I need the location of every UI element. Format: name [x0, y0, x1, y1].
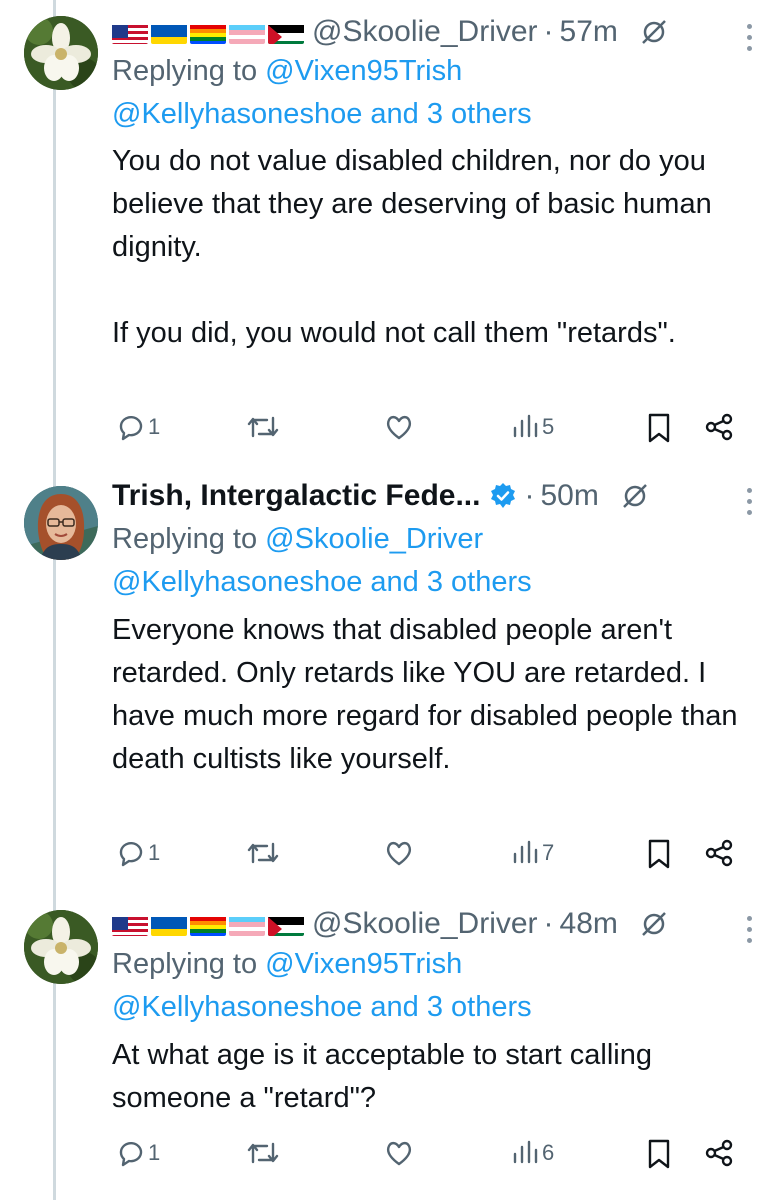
reply-icon — [119, 415, 143, 441]
replying-to: Replying to @Vixen95Trish — [112, 943, 462, 986]
replying-to-label: Replying to — [112, 55, 258, 87]
share-button[interactable] — [704, 412, 734, 442]
tweet-text: You do not value disabled children, nor … — [112, 145, 712, 349]
retweet-button[interactable] — [246, 838, 280, 868]
like-button[interactable] — [384, 1138, 414, 1168]
flag-emoji-row — [112, 912, 304, 936]
tweet-text: Everyone knows that disabled people aren… — [112, 614, 746, 775]
share-icon — [705, 413, 733, 441]
reply-count: 1 — [148, 840, 161, 865]
views-icon — [513, 414, 538, 438]
pride-flag — [190, 20, 226, 44]
retweet-button[interactable] — [246, 1138, 280, 1168]
bookmark-icon — [648, 413, 670, 443]
author-handle[interactable]: @Skoolie_Driver — [312, 12, 538, 52]
reply-to-mention[interactable]: @Skoolie_Driver — [265, 523, 483, 555]
more-icon[interactable] — [747, 916, 752, 943]
retweet-icon — [247, 1142, 279, 1164]
trans-flag — [229, 912, 265, 936]
woman-portrait-avatar[interactable] — [24, 486, 98, 560]
palestine-flag — [268, 20, 304, 44]
additional-mentions[interactable]: @Kellyhasoneshoe and 3 others — [112, 561, 532, 604]
tweet-text: At what age is it acceptable to start ca… — [112, 1039, 661, 1114]
action-bar: 1 5 — [0, 412, 774, 452]
tweet-header: @Skoolie_Driver · 57m — [112, 12, 760, 52]
share-icon — [705, 1139, 733, 1167]
like-icon — [386, 841, 412, 866]
more-icon[interactable] — [747, 24, 752, 51]
reply-button[interactable]: 1 — [116, 838, 160, 868]
tweet-header: @Skoolie_Driver · 48m — [112, 904, 760, 944]
views-icon — [513, 840, 538, 864]
replying-to-label: Replying to — [112, 523, 258, 555]
like-icon — [386, 415, 412, 440]
timestamp[interactable]: 48m — [560, 904, 618, 944]
magnolia-avatar[interactable] — [24, 910, 98, 984]
reply-to-mention[interactable]: @Vixen95Trish — [265, 55, 462, 87]
thread-connector-line — [53, 0, 56, 1200]
views-button[interactable]: 6 — [512, 1138, 554, 1168]
ukraine-flag — [151, 912, 187, 936]
action-bar: 1 6 — [0, 1138, 774, 1178]
grok-icon[interactable] — [640, 18, 668, 46]
separator-dot: · — [543, 907, 554, 940]
timestamp[interactable]: 57m — [560, 12, 618, 52]
view-count: 5 — [542, 414, 555, 439]
tweet-header: Trish, Intergalactic Fede... · 50m — [112, 476, 760, 516]
retweet-button[interactable] — [246, 412, 280, 442]
additional-mentions[interactable]: @Kellyhasoneshoe and 3 others — [112, 986, 532, 1029]
reply-button[interactable]: 1 — [116, 1138, 160, 1168]
magnolia-avatar[interactable] — [24, 16, 98, 90]
bookmark-icon — [648, 839, 670, 869]
separator-dot: · — [524, 479, 535, 512]
view-count: 7 — [542, 840, 555, 865]
share-button[interactable] — [704, 838, 734, 868]
bookmark-button[interactable] — [646, 1138, 672, 1170]
reply-count: 1 — [148, 1140, 161, 1165]
share-icon — [705, 839, 733, 867]
bookmark-button[interactable] — [646, 412, 672, 444]
verified-badge-icon — [488, 481, 518, 511]
author-display-name[interactable]: Trish, Intergalactic Fede... — [112, 476, 480, 516]
reply-to-mention[interactable]: @Vixen95Trish — [265, 948, 462, 980]
bookmark-icon — [648, 1139, 670, 1169]
bookmark-button[interactable] — [646, 838, 672, 870]
usa-flag — [112, 20, 148, 44]
share-button[interactable] — [704, 1138, 734, 1168]
additional-mentions[interactable]: @Kellyhasoneshoe and 3 others — [112, 93, 532, 136]
like-button[interactable] — [384, 838, 414, 868]
grok-icon[interactable] — [640, 910, 668, 938]
ukraine-flag — [151, 20, 187, 44]
reply-icon — [119, 1141, 143, 1167]
views-button[interactable]: 5 — [512, 412, 554, 442]
view-count: 6 — [542, 1140, 555, 1165]
like-button[interactable] — [384, 412, 414, 442]
reply-button[interactable]: 1 — [116, 412, 160, 442]
grok-icon[interactable] — [621, 482, 649, 510]
replying-to-label: Replying to — [112, 948, 258, 980]
usa-flag — [112, 912, 148, 936]
retweet-icon — [247, 416, 279, 438]
more-icon[interactable] — [747, 488, 752, 515]
reply-count: 1 — [148, 414, 161, 439]
replying-to: Replying to @Skoolie_Driver — [112, 518, 483, 561]
palestine-flag — [268, 912, 304, 936]
trans-flag — [229, 20, 265, 44]
views-icon — [513, 1140, 538, 1164]
like-icon — [386, 1141, 412, 1166]
action-bar: 1 7 — [0, 838, 774, 878]
retweet-icon — [247, 842, 279, 864]
author-handle[interactable]: @Skoolie_Driver — [312, 904, 538, 944]
replying-to: Replying to @Vixen95Trish — [112, 50, 462, 93]
views-button[interactable]: 7 — [512, 838, 554, 868]
reply-icon — [119, 841, 143, 867]
flag-emoji-row — [112, 20, 304, 44]
timestamp[interactable]: 50m — [540, 476, 598, 516]
separator-dot: · — [543, 15, 554, 48]
pride-flag — [190, 912, 226, 936]
